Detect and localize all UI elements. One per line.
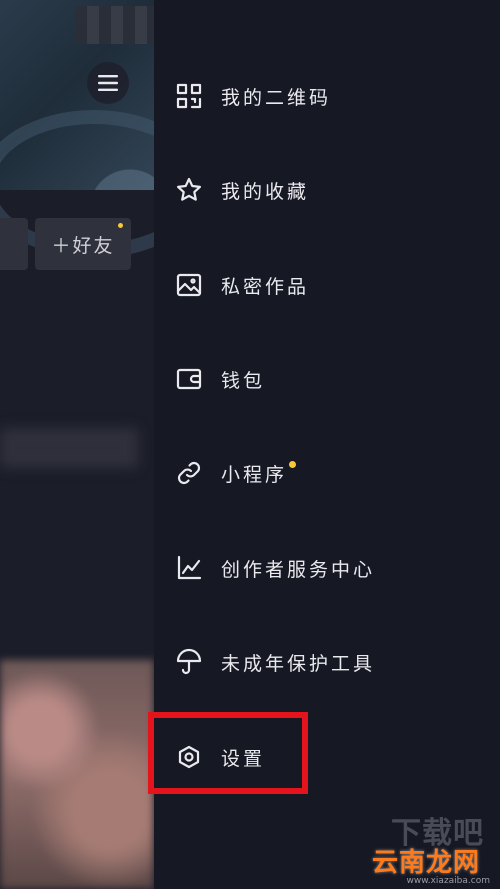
menu-item-mini-programs[interactable]: 小程序 [174,453,297,493]
menu-item-label: 小程序 [221,463,288,486]
menu-item-label: 钱包 [221,369,266,392]
add-friend-button[interactable]: ＋好友 [35,218,131,270]
menu-item-qr-code[interactable]: 我的二维码 [174,76,331,116]
star-icon [174,175,204,205]
notification-dot [118,223,123,228]
image-icon [174,270,204,300]
umbrella-icon [174,647,204,677]
site-logo: 云南龙网 www.xiazaiba.com [366,842,496,886]
chart-icon [174,553,204,583]
edit-profile-button[interactable] [0,218,28,270]
menu-item-label: 创作者服务中心 [221,558,376,581]
menu-item-label: 我的二维码 [221,86,332,109]
menu-item-label: 未成年保护工具 [221,652,376,675]
logo-url: www.xiazaiba.com [406,876,490,886]
profile-background: ＋好友 [0,0,154,889]
add-friend-label: ＋好友 [51,234,115,257]
menu-button[interactable] [87,62,129,104]
wallet-icon [174,364,204,394]
blurred-video-thumbnail[interactable] [0,660,154,889]
logo-text: 云南龙网 [372,848,481,878]
blurred-bio [0,428,138,468]
link-icon [174,458,204,488]
menu-item-wallet[interactable]: 钱包 [174,359,265,399]
new-badge-dot [289,460,297,468]
menu-item-label: 私密作品 [221,275,310,298]
settings-highlight-box [148,712,308,794]
menu-item-private-works[interactable]: 私密作品 [174,265,309,305]
menu-item-minor-protection[interactable]: 未成年保护工具 [174,642,375,682]
qr-code-icon [174,81,204,111]
menu-item-label: 我的收藏 [221,180,310,203]
menu-item-favorites[interactable]: 我的收藏 [174,170,309,210]
menu-item-creator-center[interactable]: 创作者服务中心 [174,548,375,588]
hamburger-icon [98,75,118,91]
